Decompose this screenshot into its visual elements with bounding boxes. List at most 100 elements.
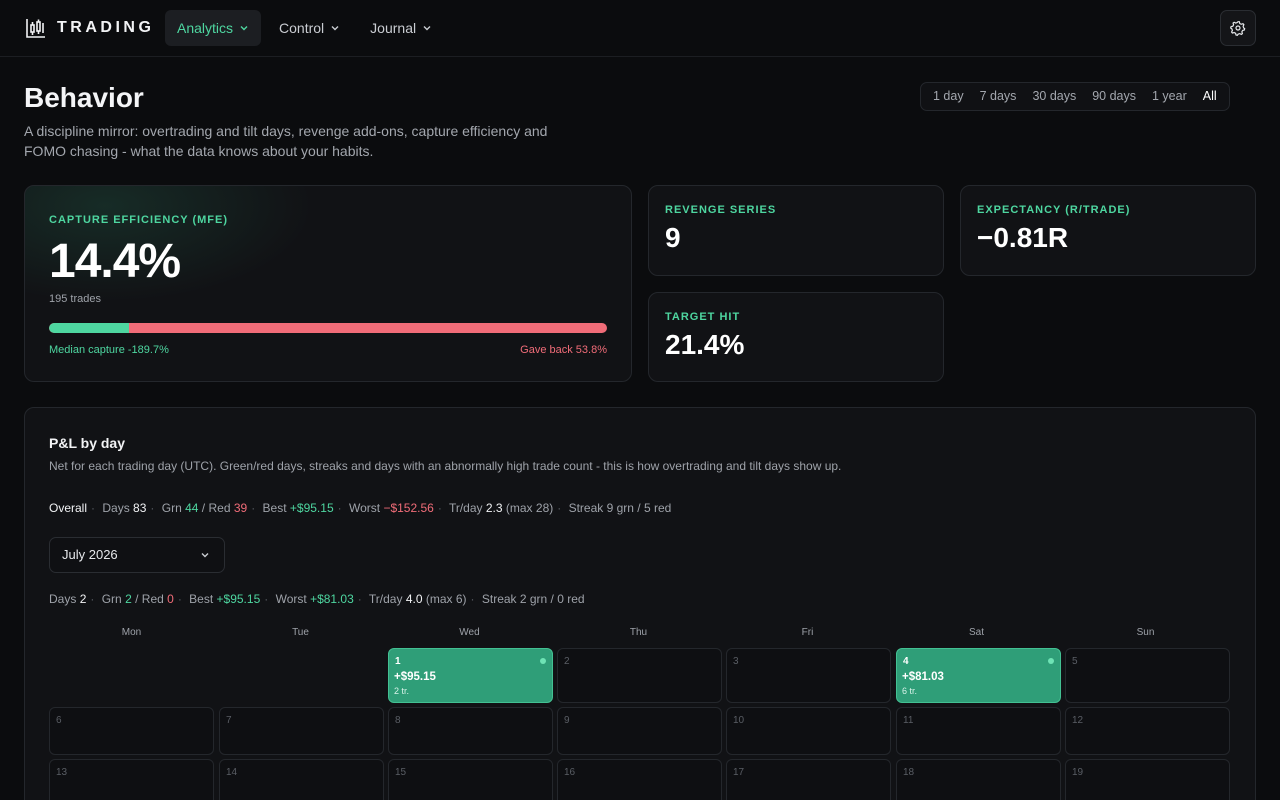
overall-label: Overall (49, 501, 88, 515)
range-all[interactable]: All (1195, 86, 1225, 107)
month-trday: 4.0 (405, 592, 423, 606)
month-best-label: Best (189, 592, 214, 606)
calendar-day[interactable]: 1 +$95.15 2 tr. (388, 648, 553, 703)
revenge-series-card: REVENGE SERIES 9 (648, 185, 944, 276)
page-title: Behavior (24, 82, 144, 113)
nav-control[interactable]: Control (267, 10, 352, 46)
time-range-selector: 1 day 7 days 30 days 90 days 1 year All (920, 82, 1230, 111)
calendar-day[interactable]: 18 (896, 759, 1061, 800)
day-number: 18 (903, 767, 915, 778)
calendar-day[interactable]: 3 (726, 648, 891, 703)
day-number: 16 (564, 767, 576, 778)
calendar-day[interactable]: 2 (557, 648, 722, 703)
weekday-sun: Sun (1136, 627, 1155, 638)
top-bar: TRADING Analytics Control Journal (0, 0, 1280, 57)
nav-journal-label: Journal (370, 20, 417, 36)
weekday-tue: Tue (292, 627, 309, 638)
month-streak: Streak 2 grn / 0 red (481, 592, 585, 606)
capture-progress-fill (49, 323, 130, 333)
calendar-day[interactable]: 19 (1065, 759, 1230, 800)
day-number: 9 (564, 715, 570, 726)
calendar-day[interactable]: 16 (557, 759, 722, 800)
capture-trade-count: 195 trades (49, 293, 101, 305)
month-grn-label: Grn (101, 592, 122, 606)
month-grn: 2 (125, 592, 132, 606)
expectancy-value: −0.81R (977, 222, 1069, 253)
month-days: 2 (79, 592, 87, 606)
range-30-days[interactable]: 30 days (1024, 86, 1084, 107)
capture-efficiency-value: 14.4% (49, 235, 181, 288)
day-trade-count: 2 tr. (394, 686, 410, 696)
overall-trday-label: Tr/day (448, 501, 483, 515)
calendar-day[interactable]: 9 (557, 707, 722, 755)
day-number: 12 (1072, 715, 1084, 726)
day-number: 11 (903, 715, 914, 726)
capture-efficiency-card: CAPTURE EFFICIENCY (MFE) 14.4% 195 trade… (24, 185, 632, 382)
weekday-wed: Wed (459, 627, 480, 638)
range-90-days[interactable]: 90 days (1084, 86, 1144, 107)
expectancy-label: EXPECTANCY (R/TRADE) (977, 204, 1131, 216)
nav-analytics[interactable]: Analytics (165, 10, 262, 46)
month-stats: Days 2 · Grn 2 / Red 0 · Best +$95.15 · Wor… (49, 592, 585, 606)
chevron-down-icon (240, 26, 248, 31)
day-number: 15 (395, 767, 407, 778)
pnl-title: P&L by day (49, 435, 125, 451)
calendar-day[interactable]: 5 (1065, 648, 1230, 703)
calendar-day[interactable]: 7 (219, 707, 384, 755)
weekday-fri: Fri (801, 627, 814, 638)
pnl-description: Net for each trading day (UTC). Green/re… (49, 459, 842, 473)
range-1-day[interactable]: 1 day (925, 86, 972, 107)
target-hit-label: TARGET HIT (665, 311, 741, 323)
calendar-day[interactable]: 13 (49, 759, 214, 800)
month-red-label: Red (141, 592, 164, 606)
pnl-by-day-panel: P&L by day Net for each trading day (UTC… (24, 407, 1256, 800)
month-red: 0 (167, 592, 174, 606)
revenge-series-value: 9 (665, 222, 681, 253)
overall-days: 83 (133, 501, 147, 515)
overall-best-label: Best (262, 501, 287, 515)
calendar-day[interactable]: 11 (896, 707, 1061, 755)
calendar-day[interactable]: 6 (49, 707, 214, 755)
month-select[interactable]: July 2026 (49, 537, 225, 573)
day-number: 3 (733, 656, 739, 667)
day-number: 8 (395, 715, 401, 726)
overall-grn: 44 (185, 501, 199, 515)
range-7-days[interactable]: 7 days (972, 86, 1025, 107)
chevron-down-icon (423, 26, 431, 31)
month-trday-label: Tr/day (368, 592, 403, 606)
month-worst-label: Worst (275, 592, 307, 606)
calendar-day[interactable]: 4 +$81.03 6 tr. (896, 648, 1061, 703)
day-number: 19 (1072, 767, 1084, 778)
calendar-day[interactable]: 14 (219, 759, 384, 800)
calendar-day[interactable]: 15 (388, 759, 553, 800)
nav-control-label: Control (279, 20, 325, 36)
overall-red-label: Red (208, 501, 231, 515)
day-marker-dot (1048, 658, 1054, 664)
range-1-year[interactable]: 1 year (1144, 86, 1195, 107)
day-number: 14 (226, 767, 238, 778)
overall-streak: Streak 9 grn / 5 red (568, 501, 672, 515)
day-trade-count: 6 tr. (902, 686, 918, 696)
capture-efficiency-label: CAPTURE EFFICIENCY (MFE) (49, 214, 229, 226)
app-name: TRADING (57, 19, 155, 36)
gave-back-text: Gave back 53.8% (520, 344, 607, 356)
nav-journal[interactable]: Journal (358, 10, 444, 46)
month-select-value: July 2026 (62, 547, 118, 562)
day-number: 4 (903, 656, 909, 667)
overall-trday-max: (max 28) (505, 501, 554, 515)
calendar-day[interactable]: 17 (726, 759, 891, 800)
weekday-sat: Sat (968, 627, 984, 638)
page-subtitle: A discipline mirror: overtrading and til… (24, 123, 548, 159)
overall-worst-label: Worst (348, 501, 381, 515)
calendar-day[interactable]: 8 (388, 707, 553, 755)
overall-red: 39 (233, 501, 248, 515)
day-pnl: +$95.15 (394, 671, 436, 683)
calendar-day[interactable]: 12 (1065, 707, 1230, 755)
day-number: 17 (733, 767, 745, 778)
calendar-day[interactable]: 10 (726, 707, 891, 755)
overall-days-label: Days (102, 501, 130, 515)
app-logo[interactable]: TRADING (25, 17, 154, 39)
month-best: +$95.15 (216, 592, 261, 606)
month-days-label: Days (49, 592, 77, 606)
settings-button[interactable] (1220, 10, 1256, 46)
